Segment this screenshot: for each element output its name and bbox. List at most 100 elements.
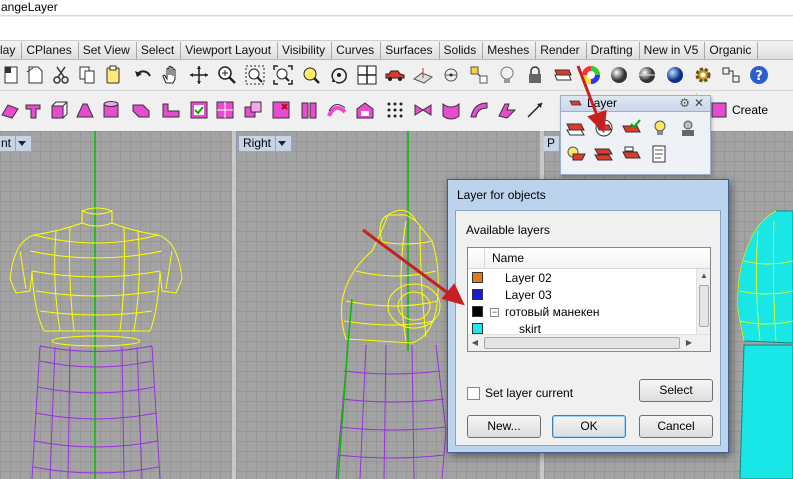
cancel-button[interactable]: Cancel — [639, 415, 713, 438]
layer-lock-icon[interactable] — [677, 118, 699, 138]
layer-color-swatch[interactable] — [472, 306, 483, 317]
tab-meshes[interactable]: Meshes — [483, 42, 537, 59]
tab-curves[interactable]: Curves — [332, 42, 382, 59]
tab-select[interactable]: Select — [137, 42, 182, 59]
layer-row-layer-03[interactable]: Layer 03 — [468, 287, 696, 304]
material-sphere-icon[interactable] — [664, 64, 686, 86]
zoom-window-icon[interactable] — [244, 64, 266, 86]
command-line[interactable]: angeLayer — [0, 0, 793, 16]
zoom-icon[interactable] — [216, 64, 238, 86]
edit-layers-icon[interactable] — [552, 64, 574, 86]
surface-tool-icon[interactable] — [0, 99, 22, 121]
name-column-header[interactable]: Name — [492, 251, 524, 265]
rotate-icon[interactable] — [328, 64, 350, 86]
tab-surfaces[interactable]: Surfaces — [381, 42, 440, 59]
options-gear-icon[interactable] — [692, 64, 714, 86]
gear-icon[interactable]: ⚙ — [679, 96, 690, 111]
zoom-selected-icon[interactable] — [300, 64, 322, 86]
create-icon[interactable] — [708, 99, 730, 121]
tab-solids[interactable]: Solids — [440, 42, 484, 59]
scroll-left-icon[interactable]: ◀ — [468, 335, 482, 351]
open-file-icon[interactable] — [24, 64, 46, 86]
cylinder-icon[interactable] — [100, 99, 122, 121]
layer-color-swatch[interactable] — [472, 323, 483, 334]
front-viewport[interactable]: nt — [0, 131, 232, 479]
tab-drafting[interactable]: Drafting — [587, 42, 640, 59]
rotate-view-icon[interactable] — [188, 64, 210, 86]
render-preview-icon[interactable] — [636, 64, 658, 86]
help-icon[interactable]: ? — [748, 64, 770, 86]
copy-icon[interactable] — [76, 64, 98, 86]
flow-icon[interactable] — [496, 99, 518, 121]
new-file-icon[interactable] — [0, 64, 22, 86]
cplane-icon[interactable] — [412, 64, 434, 86]
collapse-icon[interactable]: − — [490, 308, 499, 317]
pan-hand-icon[interactable] — [160, 64, 182, 86]
create-toolbar-label[interactable]: Create — [732, 103, 768, 117]
four-viewports-icon[interactable] — [356, 64, 378, 86]
set-layer-current-checkbox[interactable] — [467, 387, 480, 400]
scroll-right-icon[interactable]: ▶ — [682, 335, 696, 351]
dialog-title[interactable]: Layer for objects — [448, 180, 728, 210]
paste-icon[interactable] — [102, 64, 124, 86]
new-button[interactable]: New... — [467, 415, 541, 438]
layer-color-swatch[interactable] — [472, 272, 483, 283]
point-icon[interactable] — [440, 64, 462, 86]
tab-new-in-v5[interactable]: New in V5 — [640, 42, 706, 59]
tab-cplanes[interactable]: CPlanes — [22, 42, 79, 59]
grasshopper-icon[interactable] — [720, 64, 742, 86]
scale-icon[interactable] — [524, 99, 546, 121]
cut-icon[interactable] — [50, 64, 72, 86]
layer-on-icon[interactable] — [649, 118, 671, 138]
set-layer-current-icon[interactable] — [621, 118, 643, 138]
set-layer-current-label[interactable]: Set layer current — [485, 386, 573, 400]
tab-render[interactable]: Render — [536, 42, 587, 59]
layers-list[interactable]: Name Layer 02 Layer 03 − готовый манекен… — [467, 247, 711, 352]
loft-icon[interactable] — [440, 99, 462, 121]
layer-match-icon[interactable] — [621, 144, 643, 164]
tab-viewport-layout[interactable]: Viewport Layout — [181, 42, 279, 59]
points-on-icon[interactable] — [384, 99, 406, 121]
sweep-icon[interactable] — [468, 99, 490, 121]
car-icon[interactable] — [384, 64, 406, 86]
undo-icon[interactable] — [132, 64, 154, 86]
split-icon[interactable] — [298, 99, 320, 121]
layer-stack-icon[interactable] — [593, 144, 615, 164]
scroll-up-icon[interactable]: ▲ — [697, 269, 710, 283]
blend-surface-icon[interactable] — [412, 99, 434, 121]
boolean-difference-icon[interactable] — [270, 99, 292, 121]
tab-organic[interactable]: Organic — [705, 42, 759, 59]
pipe-icon[interactable] — [130, 99, 152, 121]
select-button[interactable]: Select — [639, 379, 713, 402]
lock-icon[interactable] — [524, 64, 546, 86]
tab-display[interactable]: lay — [0, 42, 23, 59]
horizontal-scrollbar[interactable]: ◀ ▶ — [468, 334, 710, 351]
close-icon[interactable]: ✕ — [694, 96, 704, 111]
box-icon[interactable] — [48, 99, 70, 121]
extrude-icon[interactable] — [22, 99, 44, 121]
layer-row-layer-02[interactable]: Layer 02 — [468, 270, 696, 287]
ok-button[interactable]: OK — [552, 415, 626, 438]
layer-properties-icon[interactable] — [649, 144, 671, 164]
layer-off-icon[interactable] — [565, 144, 587, 164]
layer-current-icon[interactable] — [565, 118, 587, 138]
zoom-extents-icon[interactable] — [272, 64, 294, 86]
osnap-icon[interactable] — [468, 64, 490, 86]
grid-surface-icon[interactable] — [214, 99, 236, 121]
tab-set-view[interactable]: Set View — [79, 42, 137, 59]
color-column-header[interactable] — [468, 248, 485, 269]
vertical-scroll-thumb[interactable] — [699, 285, 709, 327]
tab-visibility[interactable]: Visibility — [278, 42, 333, 59]
layer-color-swatch[interactable] — [472, 289, 483, 300]
shell-icon[interactable] — [354, 99, 376, 121]
layer-row-mannequin[interactable]: − готовый манекен — [468, 304, 696, 321]
horizontal-scroll-thumb[interactable] — [484, 337, 680, 349]
layer-toolbar-titlebar[interactable]: Layer ⚙ ✕ — [561, 96, 710, 112]
render-sphere-icon[interactable] — [608, 64, 630, 86]
light-bulb-icon[interactable] — [496, 64, 518, 86]
boolean-union-icon[interactable] — [242, 99, 264, 121]
fillet-icon[interactable] — [160, 99, 182, 121]
offset-surface-icon[interactable] — [326, 99, 348, 121]
color-wheel-icon[interactable] — [580, 64, 602, 86]
change-object-layer-icon[interactable] — [593, 118, 615, 138]
